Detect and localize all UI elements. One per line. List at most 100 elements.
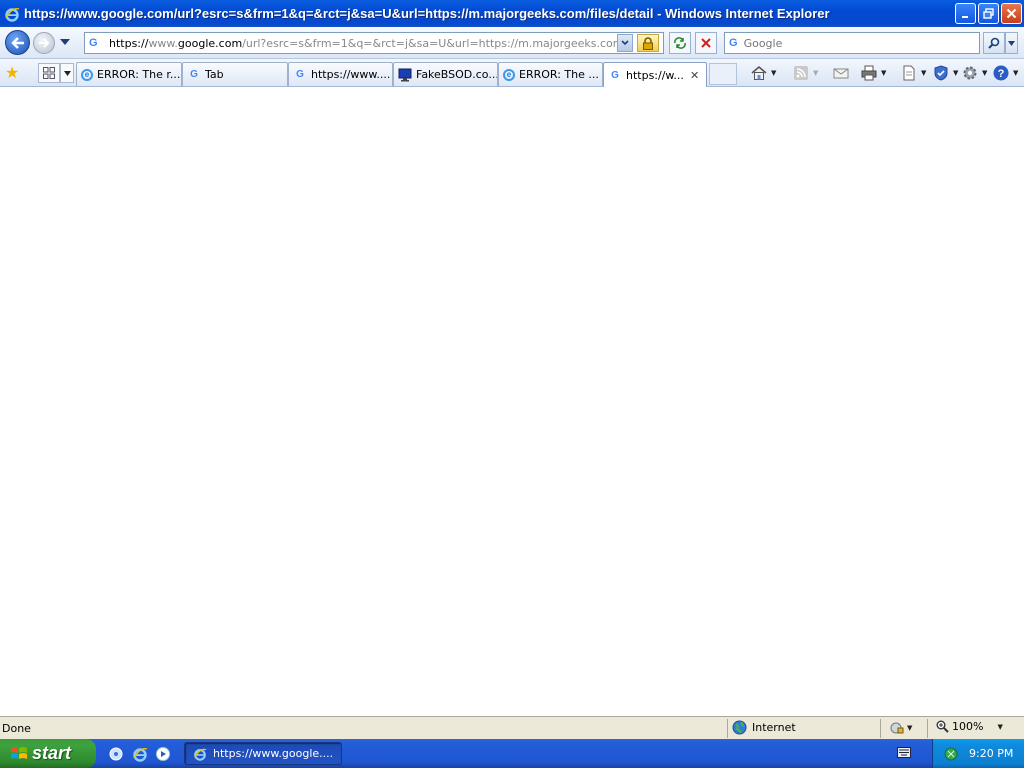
recent-pages-dropdown-icon[interactable] xyxy=(60,39,70,45)
close-tab-icon[interactable]: ✕ xyxy=(690,69,699,82)
page-menu-button[interactable]: ▼ xyxy=(900,63,926,83)
address-url[interactable]: https://www.google.com/url?esrc=s&frm=1&… xyxy=(109,37,619,50)
rss-feed-icon xyxy=(794,66,808,80)
tab-list-button[interactable] xyxy=(60,63,74,83)
tab-label: Tab xyxy=(205,68,224,81)
tools-menu-button[interactable]: ▼ xyxy=(961,63,987,83)
chevron-down-icon[interactable]: ▼ xyxy=(953,69,958,77)
restore-button[interactable] xyxy=(978,3,999,24)
url-domain: google.com xyxy=(177,36,243,50)
favorites-star-icon[interactable]: ★ xyxy=(5,65,19,81)
search-input[interactable] xyxy=(743,36,964,50)
stop-button[interactable] xyxy=(695,32,717,54)
address-bar[interactable]: G https://www.google.com/url?esrc=s&frm=… xyxy=(84,32,664,54)
security-zone[interactable]: Internet xyxy=(732,720,796,735)
url-host-prefix: www. xyxy=(148,36,178,50)
url-scheme: https:// xyxy=(109,36,149,50)
minimize-icon xyxy=(961,15,968,18)
status-divider xyxy=(727,719,728,738)
quicklaunch-show-desktop[interactable] xyxy=(107,745,125,763)
forward-button[interactable] xyxy=(33,32,55,54)
start-button[interactable]: start xyxy=(0,739,96,768)
protected-mode-icon xyxy=(890,722,904,734)
taskbar-ie-window[interactable]: https://www.google.... xyxy=(184,742,342,765)
chevron-down-icon[interactable]: ▼ xyxy=(1013,69,1018,77)
system-tray: 9:20 PM xyxy=(932,739,1024,768)
shield-icon xyxy=(934,65,948,81)
window-titlebar[interactable]: https://www.google.com/url?esrc=s&frm=1&… xyxy=(0,0,1024,27)
chevron-down-icon[interactable]: ▼ xyxy=(982,69,987,77)
help-menu-button[interactable]: ? ▼ xyxy=(992,63,1018,83)
ie-icon: e xyxy=(81,68,93,81)
search-button[interactable] xyxy=(983,32,1005,54)
svg-text:?: ? xyxy=(998,68,1005,80)
quick-tabs-grid-icon xyxy=(43,67,55,79)
zoom-control[interactable]: 100% ▼ xyxy=(936,720,1003,733)
show-desktop-icon xyxy=(109,747,123,761)
status-bar: Done Internet ▼ 100% ▼ xyxy=(0,716,1024,739)
arrow-left-icon xyxy=(10,36,24,49)
chevron-down-icon xyxy=(63,70,71,76)
refresh-button[interactable] xyxy=(669,32,691,54)
tab-label: https://w... xyxy=(626,68,684,82)
status-divider xyxy=(880,719,881,738)
chevron-down-icon[interactable]: ▼ xyxy=(907,724,912,732)
taskbar-item-label: https://www.google.... xyxy=(213,747,333,760)
page-icon xyxy=(903,65,915,81)
back-button[interactable] xyxy=(5,30,30,55)
google-icon: G xyxy=(611,69,619,81)
tab-2[interactable]: G Tab xyxy=(182,62,288,86)
stop-x-icon xyxy=(701,38,711,48)
refresh-icon xyxy=(674,37,686,49)
read-mail-button[interactable] xyxy=(832,63,850,83)
search-options-button[interactable] xyxy=(1005,32,1018,54)
chevron-down-icon[interactable]: ▼ xyxy=(921,69,926,77)
page-content[interactable] xyxy=(0,88,1024,716)
ie-logo-icon xyxy=(5,7,20,22)
minimize-button[interactable] xyxy=(955,3,976,24)
window-title: https://www.google.com/url?esrc=s&frm=1&… xyxy=(24,6,830,21)
tab-label: ERROR: The ... xyxy=(519,68,599,81)
google-icon: G xyxy=(296,69,304,80)
keyboard-icon[interactable] xyxy=(897,747,911,758)
new-tab-button[interactable] xyxy=(709,63,737,85)
quicklaunch-media-player[interactable] xyxy=(154,745,172,763)
help-icon: ? xyxy=(993,65,1009,81)
print-button[interactable]: ▼ xyxy=(860,63,886,83)
chevron-down-icon[interactable]: ▼ xyxy=(881,69,886,77)
quicklaunch-ie[interactable] xyxy=(131,745,149,763)
windows-logo-icon xyxy=(11,746,27,759)
printer-icon xyxy=(861,65,877,81)
network-tray-icon[interactable] xyxy=(943,746,959,762)
ie-icon xyxy=(133,748,148,762)
media-player-icon xyxy=(156,747,170,761)
tab-bar: ★ e ERROR: The r... G Tab G https://www.… xyxy=(0,59,1024,87)
chevron-down-icon[interactable]: ▼ xyxy=(813,69,818,77)
google-favicon-icon: G xyxy=(89,37,98,49)
chevron-down-icon xyxy=(621,40,629,46)
ie-icon xyxy=(194,748,207,761)
security-lock-button[interactable] xyxy=(637,34,659,52)
home-button[interactable]: ▼ xyxy=(750,63,776,83)
chevron-down-icon[interactable]: ▼ xyxy=(771,69,776,77)
tab-6-active[interactable]: G https://w... ✕ xyxy=(603,62,707,87)
tab-1[interactable]: e ERROR: The r... xyxy=(76,62,182,86)
google-icon: G xyxy=(190,69,198,80)
search-box[interactable]: G xyxy=(724,32,980,54)
status-divider xyxy=(927,719,928,738)
tab-5[interactable]: e ERROR: The ... xyxy=(498,62,603,86)
arrow-right-icon xyxy=(39,38,50,48)
tab-3[interactable]: G https://www.... xyxy=(288,62,393,86)
status-text: Done xyxy=(2,721,31,735)
close-window-button[interactable] xyxy=(1001,3,1022,24)
safety-menu-button[interactable]: ▼ xyxy=(932,63,958,83)
tab-4[interactable]: FakeBSOD.co... xyxy=(393,62,498,86)
restore-icon xyxy=(983,8,994,19)
protected-mode-button[interactable]: ▼ xyxy=(890,721,912,735)
monitor-icon xyxy=(398,68,412,81)
chevron-down-icon[interactable]: ▼ xyxy=(997,723,1002,731)
clock[interactable]: 9:20 PM xyxy=(969,747,1013,760)
feeds-button[interactable]: ▼ xyxy=(792,63,818,83)
address-dropdown-button[interactable] xyxy=(617,34,633,52)
quick-tabs-button[interactable] xyxy=(38,63,60,83)
